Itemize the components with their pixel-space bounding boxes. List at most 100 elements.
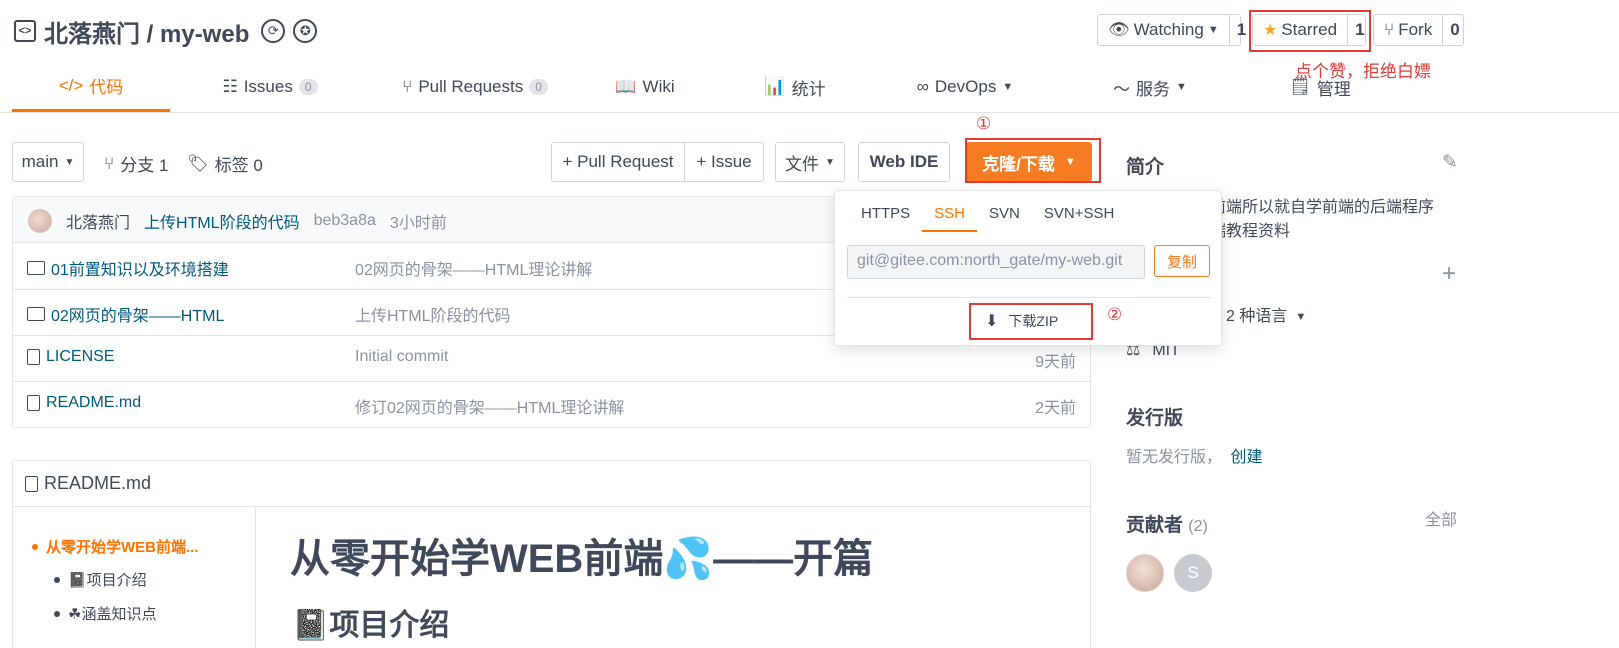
tab-devops[interactable]: ∞ DevOps ▼ [880,62,1050,112]
toc-item[interactable]: 从零开始学WEB前端... [32,536,199,557]
toc-item[interactable]: ☘涵盖知识点 [54,603,156,624]
fork-count[interactable]: 0 [1442,15,1466,45]
intro-title: 简介 [1126,157,1165,178]
tab-issues[interactable]: ☷ Issues 0 [170,62,370,112]
file-row[interactable]: README.md 修订02网页的骨架——HTML理论讲解 2天前 [13,382,1090,428]
book-icon: 📖 [615,77,637,96]
readme-heading: 从零开始学WEB前端💦——开篇 [290,537,874,581]
caret-down-icon: ▼ [1002,81,1014,93]
tab-pull-requests[interactable]: ⑂ Pull Requests 0 [370,62,580,112]
commit-message[interactable]: 上传HTML阶段的代码 [144,209,300,233]
toc-item[interactable]: 📓项目介绍 [54,569,147,590]
tab-code[interactable]: </> 代码 [12,62,170,112]
pull-request-icon: ⑂ [402,77,413,96]
new-pull-request-button[interactable]: + Pull Request [551,142,685,182]
fork-icon: ⑂ [1384,20,1395,39]
manage-icon: 🗒 [1289,77,1311,96]
annotation-box-zip [969,303,1093,340]
file-menu-button[interactable]: 文件 ▼ [775,142,845,182]
repo-title[interactable]: 北落燕门 / my-web [44,14,249,49]
folder-icon [27,261,45,275]
tab-svn-ssh[interactable]: SVN+SSH [1032,197,1126,232]
repo-code-icon: <> [14,20,36,42]
plus-icon[interactable]: + [1442,260,1456,288]
file-icon [25,475,38,492]
new-issue-button[interactable]: + Issue [684,142,764,182]
code-icon: </> [58,75,84,95]
file-commit-message[interactable]: 修订02网页的骨架——HTML理论讲解 [355,394,624,418]
file-name-link[interactable]: README.md [46,394,141,412]
caret-down-icon: ▼ [1176,81,1187,93]
fork-button[interactable]: ⑂ Fork [1374,15,1442,45]
tags-link[interactable]: 🏷 标签 0 [187,151,263,176]
eye-icon: 👁 [1108,20,1130,39]
sync-icon[interactable]: ⟳ [261,19,286,43]
release-title: 发行版 [1126,408,1184,429]
dropdown-divider [847,297,1211,298]
folder-icon [27,307,45,321]
annotation-marker-2: ② [1107,305,1123,324]
infinity-icon: ∞ [916,77,929,96]
file-commit-message[interactable]: Initial commit [355,348,448,366]
tab-https[interactable]: HTTPS [849,197,922,232]
create-release-link[interactable]: 创建 [1230,449,1262,466]
repo-title-area: <> 北落燕门 / my-web ⟳ ✪ [14,14,318,49]
issues-icon: ☷ [222,77,238,96]
latest-commit: 北落燕门 上传HTML阶段的代码 beb3a8a 3小时前 [28,209,447,233]
caret-down-icon: ▼ [1207,24,1219,36]
tag-icon: 🏷 [187,153,209,173]
file-icon [27,349,40,365]
fork-button-group[interactable]: ⑂ Fork 0 [1373,14,1464,46]
annotation-box-star [1249,10,1371,52]
annotation-marker-1: ① [976,114,992,133]
file-commit-message[interactable]: 上传HTML阶段的代码 [355,302,511,326]
caret-down-icon: ▼ [1295,311,1307,323]
release-empty-text: 暂无发行版， 创建 [1126,449,1263,466]
languages-select[interactable]: 2 种语言 ▼ [1226,305,1306,329]
watch-button-group[interactable]: 👁 Watching ▼ 1 [1097,14,1246,46]
branches-link[interactable]: ⑂ 分支 1 [104,151,168,176]
file-icon [27,395,40,411]
branch-select[interactable]: main ▼ [12,142,84,182]
commit-hash[interactable]: beb3a8a [314,212,376,230]
protocol-tabs: HTTPS SSH SVN SVN+SSH [849,197,1126,232]
repo-tabs: </> 代码 ☷ Issues 0 ⑂ Pull Requests 0 📖 Wi… [12,62,1458,112]
issues-count-badge: 0 [298,79,318,95]
pr-count-badge: 0 [529,79,548,95]
file-name-link[interactable]: 01前置知识以及环境搭建 [51,256,229,280]
watch-button[interactable]: 👁 Watching ▼ [1098,15,1229,45]
readme-subheading: 📓项目介绍 [292,609,450,642]
web-ide-button[interactable]: Web IDE [858,142,950,182]
caret-down-icon: ▼ [64,156,75,168]
commit-time: 3小时前 [389,215,447,232]
annotation-box-clone [965,138,1101,183]
tab-services[interactable]: 〜 服务 ▼ [1050,62,1250,112]
recommend-badge-icon[interactable]: ✪ [293,19,318,43]
chart-icon: 📊 [764,77,786,96]
contributors-all-link[interactable]: 全部 [1425,509,1457,533]
tab-ssh[interactable]: SSH [922,197,978,232]
copy-button[interactable]: 复制 [1154,245,1210,277]
file-commit-message[interactable]: 02网页的骨架——HTML理论讲解 [355,256,592,280]
readme-header: README.md [13,461,1090,507]
avatar[interactable] [28,209,52,233]
branch-icon: ⑂ [104,153,115,173]
tab-stats[interactable]: 📊 统计 [710,62,880,112]
file-time: 9天前 [1035,354,1076,371]
tab-wiki[interactable]: 📖 Wiki [580,62,710,112]
edit-icon[interactable]: ✎ [1442,151,1458,174]
avatar[interactable]: S [1174,554,1212,592]
readme-title: README.md [44,473,152,493]
pulse-icon: 〜 [1113,79,1131,99]
file-name-link[interactable]: 02网页的骨架——HTML [51,302,224,326]
clone-url-input[interactable]: git@gitee.com:north_gate/my-web.git [847,245,1145,279]
avatar[interactable] [1126,554,1164,592]
tab-svn[interactable]: SVN [977,197,1032,232]
commit-author[interactable]: 北落燕门 [66,209,130,233]
tab-manage[interactable]: 🗒 管理 [1250,62,1390,112]
file-name-link[interactable]: LICENSE [46,348,114,366]
caret-down-icon: ▼ [825,156,835,168]
contributors-title: 贡献者 (2) [1126,515,1208,536]
intro-text: 前端所以就自学前端的后端程序 端教程资料 [1210,199,1435,240]
tabs-divider [0,112,1619,113]
